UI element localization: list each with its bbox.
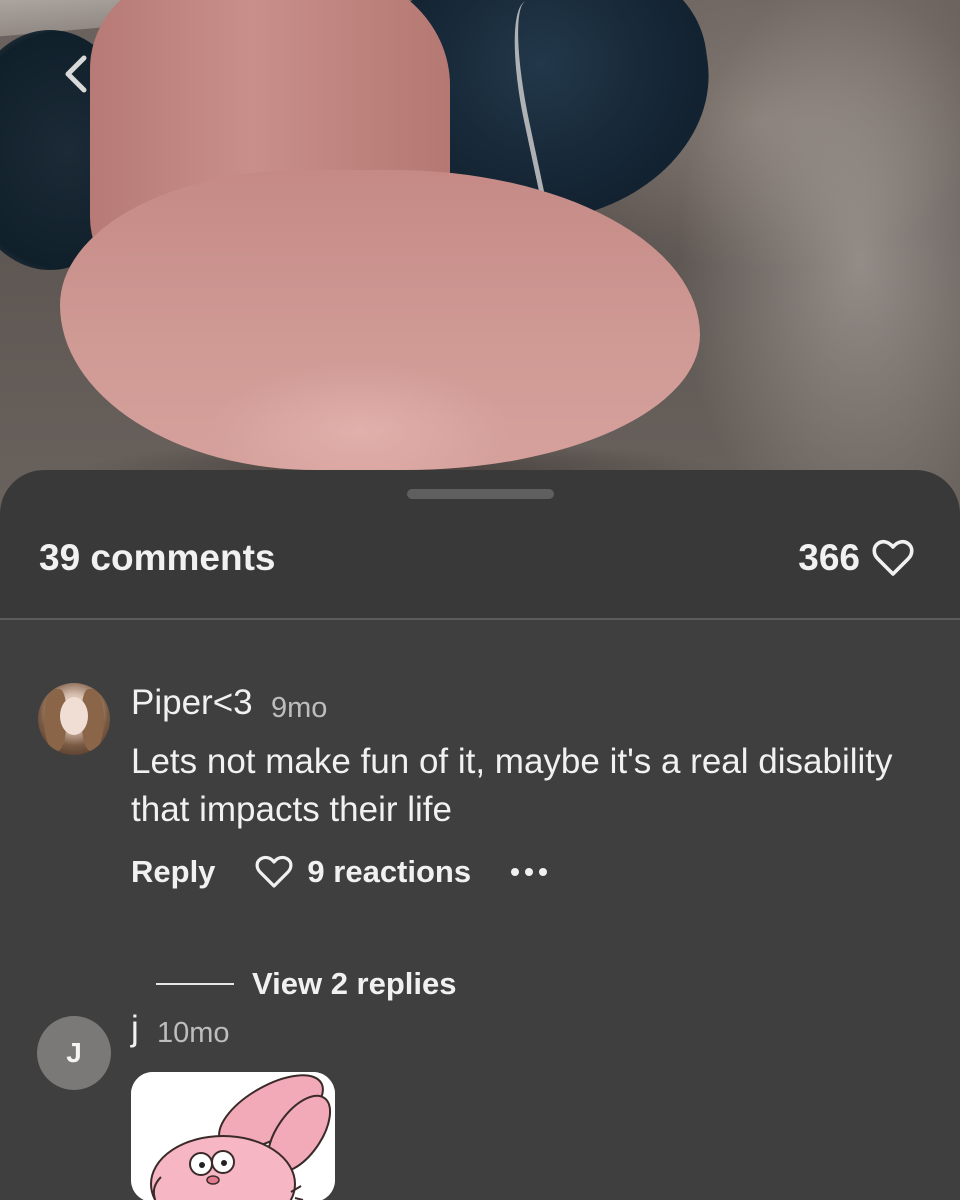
comments-list: Piper<3 9mo Lets not make fun of it, may… xyxy=(0,620,960,1200)
like-post-button[interactable]: 366 xyxy=(798,536,914,580)
heart-outline-icon xyxy=(872,539,914,576)
view-replies-button[interactable]: View 2 replies xyxy=(156,962,457,1006)
comment-username[interactable]: Piper<3 xyxy=(131,682,253,724)
sticker-graphic xyxy=(131,1072,335,1200)
sticker-image[interactable] xyxy=(131,1072,335,1200)
avatar[interactable] xyxy=(38,683,110,755)
reply-button[interactable]: Reply xyxy=(131,854,215,890)
comments-header: 39 comments 366 xyxy=(0,528,960,588)
avatar-detail xyxy=(60,697,88,735)
chevron-left-icon xyxy=(65,55,87,93)
more-dots-icon xyxy=(511,868,520,876)
heart-outline-icon xyxy=(255,855,293,888)
comments-sheet: 39 comments 366 Piper<3 9mo Lets not mak… xyxy=(0,470,960,1200)
more-dots-icon xyxy=(525,868,534,876)
more-options-button[interactable] xyxy=(511,868,553,876)
comment-username[interactable]: j xyxy=(131,1008,139,1050)
more-dots-icon xyxy=(539,868,548,876)
comment-timestamp: 9mo xyxy=(271,692,328,724)
post-photo[interactable] xyxy=(0,0,960,520)
screen: 39 comments 366 Piper<3 9mo Lets not mak… xyxy=(0,0,960,1200)
comment-timestamp: 10mo xyxy=(157,1017,230,1049)
reactions-button[interactable]: 9 reactions xyxy=(255,854,471,890)
avatar[interactable]: J xyxy=(37,1016,111,1090)
likes-count: 366 xyxy=(798,537,860,578)
replies-divider-line xyxy=(156,983,234,985)
back-button[interactable] xyxy=(56,52,96,96)
photo-subject xyxy=(60,170,700,470)
sheet-drag-handle[interactable] xyxy=(407,489,554,499)
comment-actions: Reply 9 reactions xyxy=(131,850,553,894)
view-replies-label: View 2 replies xyxy=(252,966,457,1001)
reactions-count: 9 reactions xyxy=(307,854,472,889)
comments-count: 39 comments xyxy=(39,537,276,578)
comment-text: Lets not make fun of it, maybe it's a re… xyxy=(131,742,893,829)
